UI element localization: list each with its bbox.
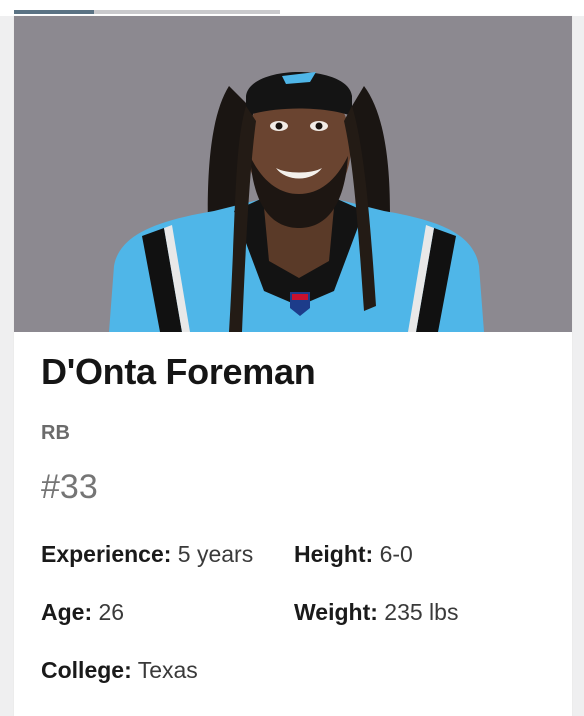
stat-height-label: Height:: [294, 541, 374, 567]
stat-college-value: Texas: [137, 657, 198, 683]
stat-experience: Experience: 5 years: [41, 541, 253, 568]
player-card[interactable]: D'Onta Foreman RB #33 Experience: 5 year…: [14, 16, 572, 716]
stat-weight-value: 235 lbs: [384, 599, 459, 625]
player-position: RB: [41, 422, 70, 444]
player-name: D'Onta Foreman: [41, 351, 316, 392]
stat-age: Age: 26: [41, 599, 124, 626]
stat-weight: Weight: 235 lbs: [294, 599, 458, 626]
story-top-bar: [0, 0, 584, 16]
stat-age-label: Age:: [41, 599, 93, 625]
story-progress-fill: [14, 10, 94, 14]
stat-college: College: Texas: [41, 657, 198, 684]
stat-height-value: 6-0: [379, 541, 413, 567]
player-number: #33: [41, 468, 98, 506]
stat-experience-label: Experience:: [41, 541, 172, 567]
stat-height: Height: 6-0: [294, 541, 413, 568]
stat-college-label: College:: [41, 657, 132, 683]
story-progress-track: [14, 10, 280, 14]
player-photo: [14, 16, 572, 332]
stat-experience-value: 5 years: [177, 541, 254, 567]
stat-weight-label: Weight:: [294, 599, 378, 625]
stat-age-value: 26: [98, 599, 125, 625]
